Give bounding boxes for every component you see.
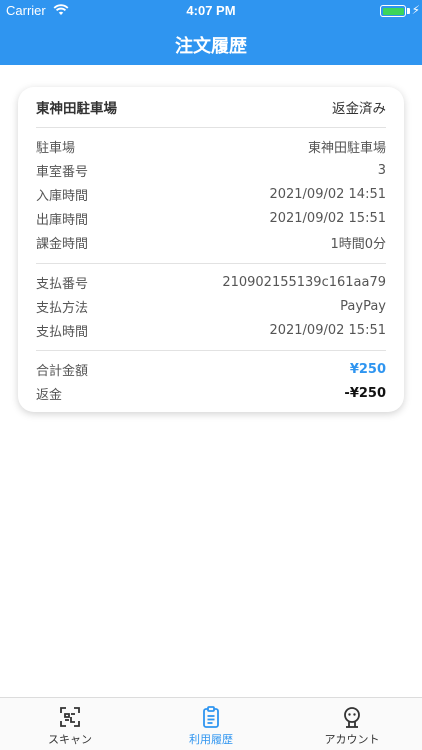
payment-value: 210902155139c161aa79 <box>222 274 386 290</box>
page-title: 注文履歴 <box>175 36 247 57</box>
detail-label: 課金時間 <box>36 236 89 252</box>
detail-row-duration: 課金時間 1時間0分 <box>36 231 386 253</box>
order-card[interactable]: 東神田駐車場 返金済み 駐車場 東神田駐車場 車室番号 3 入庫時間 2021/… <box>18 87 404 412</box>
total-label: 合計金額 <box>36 363 89 379</box>
detail-value: 2021/09/02 14:51 <box>269 186 386 202</box>
tab-scan[interactable]: スキャン <box>0 698 140 750</box>
tab-bar: スキャン 利用履歴 アカウント <box>0 697 422 750</box>
refund-row: 返金 -¥250 <box>36 382 386 404</box>
detail-value: 東神田駐車場 <box>307 140 386 156</box>
parking-name: 東神田駐車場 <box>36 101 117 117</box>
tab-label: アカウント <box>324 733 380 746</box>
detail-value: 2021/09/02 15:51 <box>269 210 386 226</box>
divider <box>36 263 386 264</box>
payment-row-time: 支払時間 2021/09/02 15:51 <box>36 319 386 341</box>
detail-value: 3 <box>377 162 386 178</box>
tab-label: 利用履歴 <box>189 733 233 746</box>
tab-account[interactable]: アカウント <box>282 698 422 750</box>
detail-row-entry: 入庫時間 2021/09/02 14:51 <box>36 183 386 205</box>
total-row: 合計金額 ¥250 <box>36 358 386 380</box>
detail-label: 車室番号 <box>36 164 89 180</box>
scan-icon <box>60 707 80 727</box>
nav-bar: 注文履歴 <box>0 22 422 65</box>
order-header: 東神田駐車場 返金済み <box>36 96 386 118</box>
tab-label: スキャン <box>48 733 92 746</box>
account-icon <box>344 707 360 728</box>
divider <box>36 127 386 128</box>
refund-value: -¥250 <box>344 385 386 401</box>
tab-history[interactable]: 利用履歴 <box>141 698 281 750</box>
detail-label: 出庫時間 <box>36 212 89 228</box>
history-icon <box>203 706 219 728</box>
battery-icon <box>380 5 406 17</box>
payment-label: 支払時間 <box>36 324 89 340</box>
status-bar: Carrier 4:07 PM ⚡ <box>0 0 422 22</box>
payment-label: 支払番号 <box>36 276 89 292</box>
detail-label: 入庫時間 <box>36 188 89 204</box>
detail-row-exit: 出庫時間 2021/09/02 15:51 <box>36 207 386 229</box>
total-value: ¥250 <box>349 361 386 377</box>
payment-label: 支払方法 <box>36 300 89 316</box>
payment-value: PayPay <box>340 298 386 314</box>
detail-label: 駐車場 <box>36 140 76 156</box>
charging-icon: ⚡ <box>411 3 420 17</box>
battery-cap <box>407 8 410 14</box>
divider <box>36 350 386 351</box>
detail-value: 1時間0分 <box>330 236 386 252</box>
payment-value: 2021/09/02 15:51 <box>269 322 386 338</box>
detail-row-space: 車室番号 3 <box>36 159 386 181</box>
payment-row-number: 支払番号 210902155139c161aa79 <box>36 271 386 293</box>
status-badge: 返金済み <box>332 101 386 117</box>
detail-row-parking: 駐車場 東神田駐車場 <box>36 135 386 157</box>
clock: 4:07 PM <box>186 3 236 18</box>
payment-row-method: 支払方法 PayPay <box>36 295 386 317</box>
refund-label: 返金 <box>36 387 63 403</box>
